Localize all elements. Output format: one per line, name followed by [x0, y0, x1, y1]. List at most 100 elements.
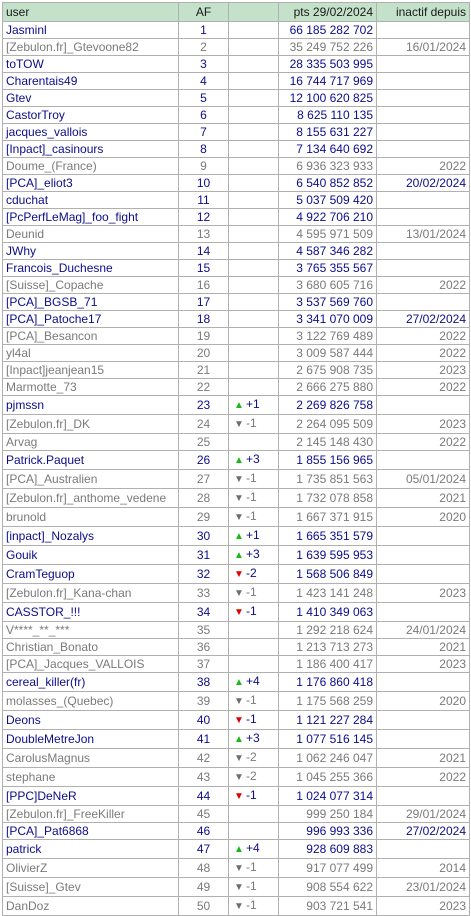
inactive-since-cell — [376, 672, 470, 692]
arrow-down-icon: ▼ — [234, 791, 244, 802]
user-name-cell[interactable]: [PcPerfLeMag]_foo_fight — [2, 208, 179, 226]
user-name-cell[interactable]: [PCA]_Australien — [2, 469, 179, 489]
user-name-cell[interactable]: CarolusMagnus — [2, 748, 179, 768]
user-name-cell[interactable]: Gouik — [2, 545, 179, 565]
table-row: [Zebulon.fr]_DK 24 ▼ -1 2 264 095 509 2023 — [2, 414, 470, 434]
rank-change-cell: ▼ -1 — [228, 786, 279, 806]
user-name-cell[interactable]: Patrick.Paquet — [2, 450, 179, 470]
inactive-since-cell: 05/01/2024 — [376, 469, 470, 489]
user-name-cell[interactable]: brunold — [2, 507, 179, 527]
inactive-since-cell — [376, 602, 470, 622]
user-name-cell[interactable]: [PCA]_Pat6868 — [2, 822, 179, 840]
user-name-cell[interactable]: yl4al — [2, 344, 179, 362]
user-name-cell[interactable]: [Zebulon.fr]_DK — [2, 414, 179, 434]
points-cell: 2 666 275 880 — [278, 378, 377, 396]
user-name-cell[interactable]: [PCA]_eliot3 — [2, 174, 179, 192]
table-row: Deunid 13 4 595 971 509 13/01/2024 — [2, 225, 470, 243]
points-cell: 1 732 078 858 — [278, 488, 377, 508]
rank-cell: 24 — [178, 414, 229, 434]
column-header-user[interactable]: user — [2, 2, 179, 22]
user-name-cell[interactable]: [PPC]DeNeR — [2, 786, 179, 806]
user-name-cell[interactable]: patrick — [2, 839, 179, 859]
table-row: [PCA]_Jacques_VALLOIS 37 1 186 400 417 2023 — [2, 655, 470, 673]
arrow-up-icon: ▲ — [234, 455, 244, 466]
user-name-cell[interactable]: JWhy — [2, 242, 179, 260]
user-name-cell[interactable]: cduchat — [2, 191, 179, 209]
points-cell: 1 292 218 624 — [278, 621, 377, 639]
inactive-since-cell: 2022 — [376, 327, 470, 345]
user-name-cell[interactable]: cereal_killer(fr) — [2, 672, 179, 692]
table-row: Jasminl 1 66 185 282 702 — [2, 21, 470, 39]
user-name-cell[interactable]: Deons — [2, 710, 179, 730]
user-name-cell[interactable]: [Inpact]jeanjean15 — [2, 361, 179, 379]
rank-cell: 1 — [178, 21, 229, 39]
table-row: [Zebulon.fr]_anthome_vedene 28 ▼ -1 1 732 07… — [2, 488, 470, 508]
arrow-down-icon: ▼ — [234, 474, 244, 485]
user-name-cell[interactable]: [Suisse]_Gtev — [2, 877, 179, 897]
user-name-cell[interactable]: [PCA]_Besancon — [2, 327, 179, 345]
user-name-cell[interactable]: Charentais49 — [2, 72, 179, 90]
inactive-since-cell: 27/02/2024 — [376, 310, 470, 328]
user-name-cell[interactable]: V****_**_*** — [2, 621, 179, 639]
table-row: DoubleMetreJon 41 ▲ +3 1 077 516 145 — [2, 729, 470, 749]
table-row: CASSTOR_!!! 34 ▼ -1 1 410 349 063 — [2, 602, 470, 622]
user-name-cell[interactable]: molasses_(Quebec) — [2, 691, 179, 711]
rank-change-value: -1 — [246, 490, 257, 504]
rank-change-value: -1 — [246, 898, 257, 912]
rank-cell: 23 — [178, 395, 229, 415]
points-cell: 8 155 631 227 — [278, 123, 377, 141]
user-name-cell[interactable]: stephane — [2, 767, 179, 787]
points-cell: 7 134 640 692 — [278, 140, 377, 158]
rank-change-cell — [228, 106, 279, 124]
inactive-since-cell — [376, 208, 470, 226]
table-row: CastorTroy 6 8 625 110 135 — [2, 106, 470, 124]
rank-change-value: -2 — [246, 750, 257, 764]
user-name-cell[interactable]: [Zebulon.fr]_Gtevoone82 — [2, 38, 179, 56]
user-name-cell[interactable]: [PCA]_Jacques_VALLOIS — [2, 655, 179, 673]
points-cell: 35 249 752 226 — [278, 38, 377, 56]
column-header-inactive-since[interactable]: inactif depuis — [376, 2, 470, 22]
user-name-cell[interactable]: CramTeguop — [2, 564, 179, 584]
user-name-cell[interactable]: pjmssn — [2, 395, 179, 415]
column-header-af[interactable]: AF — [178, 2, 229, 22]
points-cell: 3 009 587 444 — [278, 344, 377, 362]
user-name-cell[interactable]: [Zebulon.fr]_FreeKiller — [2, 805, 179, 823]
rank-change-cell: ▼ -1 — [228, 469, 279, 489]
user-name-cell[interactable]: [Inpact]_casinours — [2, 140, 179, 158]
table-row: [PCA]_Pat6868 46 996 993 336 27/02/2024 — [2, 822, 470, 840]
user-name-cell[interactable]: [Zebulon.fr]_anthome_vedene — [2, 488, 179, 508]
user-name-cell[interactable]: [Suisse]_Copache — [2, 276, 179, 294]
user-name-cell[interactable]: toTOW — [2, 55, 179, 73]
user-name-cell[interactable]: Jasminl — [2, 21, 179, 39]
inactive-since-cell: 2022 — [376, 157, 470, 175]
user-name-cell[interactable]: Arvag — [2, 433, 179, 451]
user-name-cell[interactable]: CastorTroy — [2, 106, 179, 124]
user-name-cell[interactable]: Deunid — [2, 225, 179, 243]
user-name-cell[interactable]: DoubleMetreJon — [2, 729, 179, 749]
user-name-cell[interactable]: Christian_Bonato — [2, 638, 179, 656]
user-name-cell[interactable]: Gtev — [2, 89, 179, 107]
user-name-cell[interactable]: [PCA]_Patoche17 — [2, 310, 179, 328]
rank-cell: 14 — [178, 242, 229, 260]
user-name-cell[interactable]: CASSTOR_!!! — [2, 602, 179, 622]
user-name-cell[interactable]: Francois_Duchesne — [2, 259, 179, 277]
arrow-up-icon: ▲ — [234, 677, 244, 688]
column-header-points[interactable]: pts 29/02/2024 — [278, 2, 377, 22]
user-name-cell[interactable]: jacques_vallois — [2, 123, 179, 141]
user-name-cell[interactable]: Doume_(France) — [2, 157, 179, 175]
inactive-since-cell — [376, 106, 470, 124]
user-name-cell[interactable]: [inpact]_Nozalys — [2, 526, 179, 546]
arrow-up-icon: ▲ — [234, 550, 244, 561]
table-row: Charentais49 4 16 744 717 969 — [2, 72, 470, 90]
points-cell: 1 568 506 849 — [278, 564, 377, 584]
user-name-cell[interactable]: OlivierZ — [2, 858, 179, 878]
rank-cell: 34 — [178, 602, 229, 622]
rank-cell: 28 — [178, 488, 229, 508]
user-name-cell[interactable]: [PCA]_BGSB_71 — [2, 293, 179, 311]
user-name-cell[interactable]: [Zebulon.fr]_Kana-chan — [2, 583, 179, 603]
arrow-up-icon: ▲ — [234, 531, 244, 542]
user-name-cell[interactable]: Marmotte_73 — [2, 378, 179, 396]
user-name-cell[interactable]: DanDoz — [2, 896, 179, 916]
rank-cell: 26 — [178, 450, 229, 470]
rank-change-value: +4 — [246, 841, 260, 855]
